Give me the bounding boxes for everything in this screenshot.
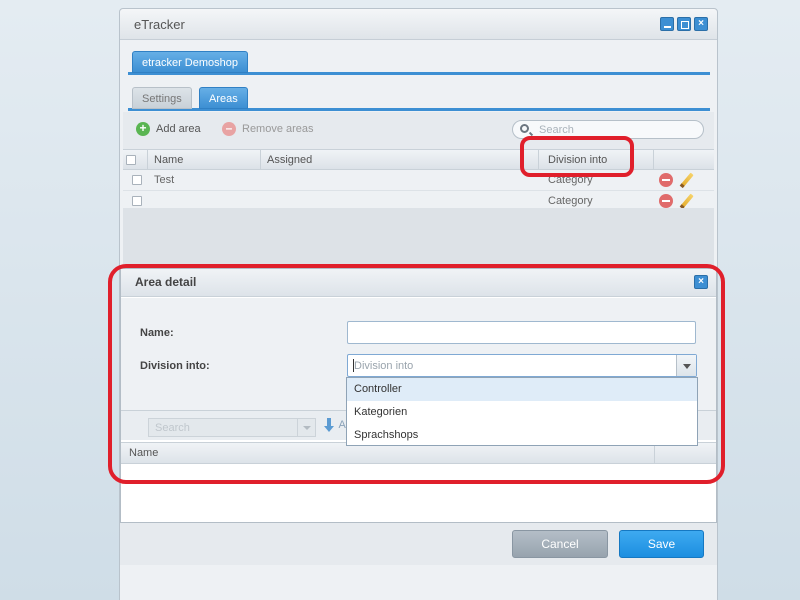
tab-settings[interactable]: Settings (132, 87, 192, 109)
minimize-icon[interactable] (660, 17, 674, 31)
shop-tabbar: etracker Demoshop (128, 51, 710, 75)
plus-icon: + (136, 122, 150, 136)
search-icon (520, 124, 529, 133)
cancel-button[interactable]: Cancel (512, 530, 608, 558)
column-actions (654, 150, 714, 170)
remove-areas-label: Remove areas (242, 123, 314, 135)
search-placeholder: Search (539, 124, 574, 136)
row-name: Test (154, 174, 175, 186)
remove-row-icon[interactable] (659, 173, 673, 187)
window-titlebar[interactable]: eTracker × (120, 9, 717, 40)
tab-areas[interactable]: Areas (199, 87, 248, 109)
remove-areas-button[interactable]: – Remove areas (222, 121, 314, 137)
dialog-footer: Cancel Save (120, 523, 717, 565)
tab-etracker-demoshop[interactable]: etracker Demoshop (132, 51, 248, 73)
select-all-cell (123, 150, 148, 170)
add-area-button[interactable]: + Add area (136, 121, 201, 137)
highlight-area-detail (108, 264, 725, 484)
select-all-checkbox[interactable] (126, 155, 136, 165)
column-name[interactable]: Name (148, 150, 261, 170)
close-icon[interactable]: × (694, 17, 708, 31)
add-area-label: Add area (156, 123, 201, 135)
window-title: eTracker (134, 17, 185, 32)
edit-pencil-icon[interactable] (680, 172, 694, 188)
maximize-icon[interactable] (677, 17, 691, 31)
minus-icon: – (222, 122, 236, 136)
remove-row-icon[interactable] (659, 194, 673, 208)
section-tabbar: Settings Areas (128, 87, 710, 111)
row-assigned (261, 170, 267, 190)
save-button[interactable]: Save (619, 530, 704, 558)
highlight-division-column (520, 136, 634, 177)
edit-pencil-icon[interactable] (680, 193, 694, 209)
row-checkbox[interactable] (132, 196, 142, 206)
column-assigned[interactable]: Assigned (261, 150, 539, 170)
row-checkbox[interactable] (132, 175, 142, 185)
